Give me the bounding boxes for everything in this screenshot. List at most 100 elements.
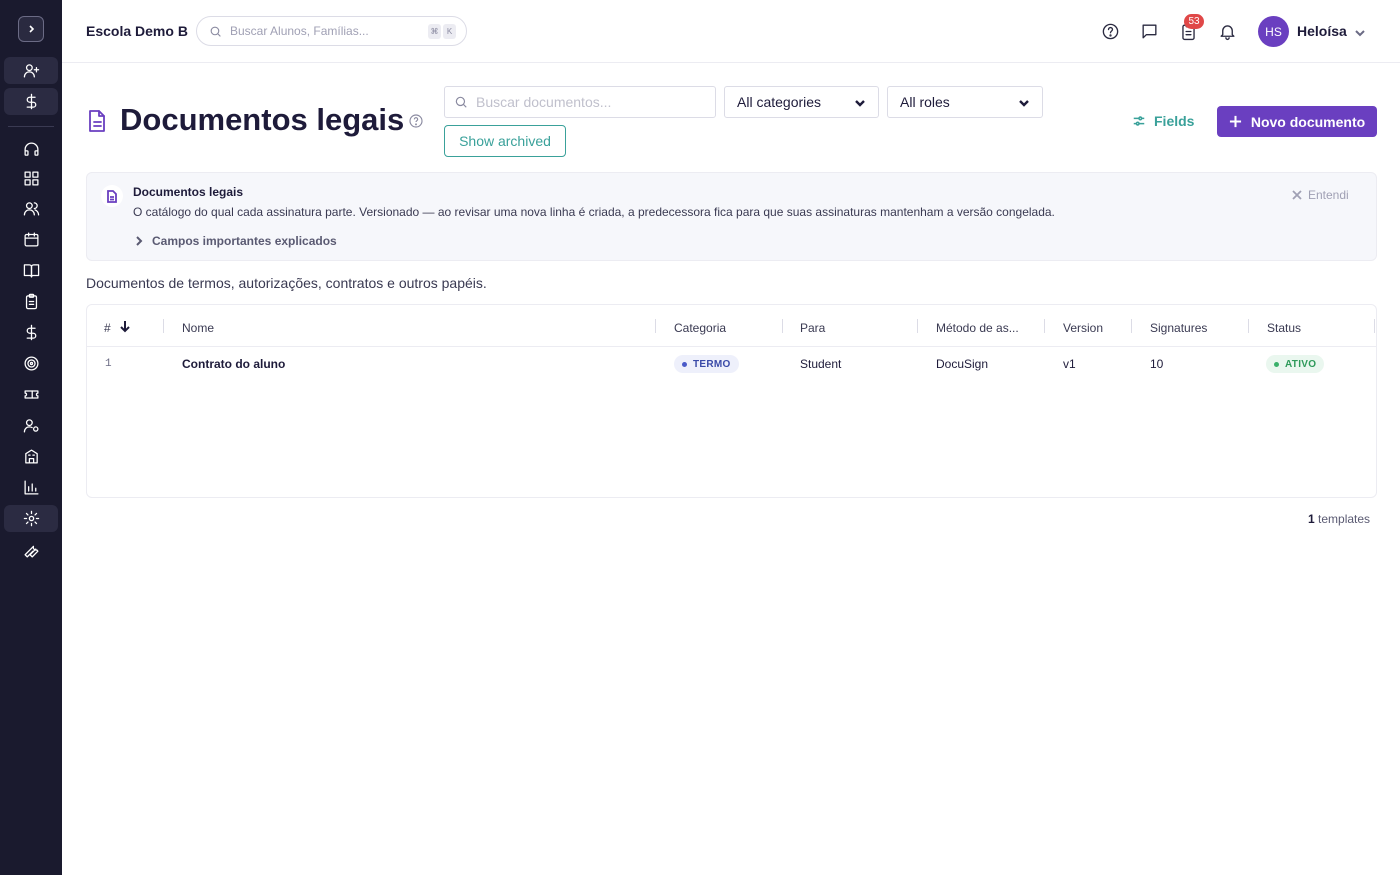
role-select[interactable]: All roles (887, 86, 1043, 118)
top-bar: Escola Demo B ⌘ K (62, 0, 1400, 63)
document-search[interactable] (444, 86, 716, 118)
user-name[interactable]: Heloísa (1297, 23, 1347, 39)
info-text: O catálogo do qual cada assinatura parte… (133, 205, 1055, 219)
col-separator[interactable] (163, 319, 164, 333)
col-separator[interactable] (782, 319, 783, 333)
sidebar-item-dashboard[interactable] (4, 165, 58, 192)
chevron-down-icon (1019, 100, 1029, 107)
sidebar (0, 0, 62, 875)
row-nome[interactable]: Contrato do aluno (182, 357, 285, 371)
clipboard-icon (25, 293, 37, 310)
col-header-signatures[interactable]: Signatures (1150, 321, 1207, 335)
templates-count-label: templates (1318, 512, 1371, 526)
sidebar-item-users[interactable] (4, 195, 58, 222)
document-search-input[interactable] (476, 94, 706, 110)
col-header-nome[interactable]: Nome (182, 321, 214, 335)
badge-dot (682, 361, 687, 367)
sidebar-item-calendar[interactable] (4, 226, 58, 253)
col-separator[interactable] (917, 319, 918, 333)
gear-icon (23, 510, 39, 527)
users-icon (23, 202, 39, 216)
document-icon (101, 185, 123, 207)
page-title: Documentos legais (120, 102, 405, 137)
category-select[interactable]: All categories (724, 86, 879, 118)
dismiss-info-button[interactable]: Entendi (1292, 188, 1349, 202)
document-icon (86, 109, 108, 133)
col-header-num[interactable]: # (104, 321, 111, 335)
row-version: v1 (1063, 357, 1076, 371)
sidebar-item-library[interactable] (4, 257, 58, 284)
global-search-input[interactable] (230, 24, 420, 38)
user-avatar[interactable]: HS (1258, 16, 1289, 47)
sidebar-item-user-settings[interactable] (4, 412, 58, 439)
sidebar-divider (8, 126, 54, 127)
sidebar-item-finance[interactable] (4, 88, 58, 115)
school-name: Escola Demo B (86, 23, 188, 39)
sidebar-item-tasks[interactable] (4, 288, 58, 315)
row-para: Student (800, 357, 842, 371)
dollar-icon (26, 93, 36, 110)
row-number: 1 (105, 358, 112, 370)
sidebar-item-settings[interactable] (4, 505, 58, 532)
headset-icon (23, 142, 39, 156)
table-header-divider (87, 346, 1376, 347)
col-separator[interactable] (655, 319, 656, 333)
expand-label: Campos importantes explicados (152, 234, 337, 248)
col-separator[interactable] (1131, 319, 1132, 333)
bar-chart-icon (23, 480, 39, 495)
col-header-categoria[interactable]: Categoria (674, 321, 726, 335)
sidebar-item-billing[interactable] (4, 319, 58, 346)
show-archived-button[interactable]: Show archived (444, 125, 566, 157)
new-document-label: Novo documento (1250, 113, 1366, 130)
row-metodo: DocuSign (936, 357, 989, 371)
global-search[interactable]: ⌘ K (196, 16, 467, 46)
fields-label: Fields (1154, 113, 1195, 129)
templates-count-number: 1 (1308, 512, 1315, 526)
expand-sidebar-button[interactable] (18, 16, 44, 42)
notifications-button[interactable] (1216, 20, 1238, 42)
category-select-value: All categories (737, 94, 822, 110)
kbd-k: K (443, 24, 456, 39)
sidebar-item-tools[interactable] (4, 537, 58, 564)
badge-dot (1274, 361, 1279, 367)
search-icon (455, 96, 467, 108)
role-select-value: All roles (900, 94, 950, 110)
close-icon (1292, 190, 1302, 200)
fields-button[interactable]: Fields (1132, 111, 1194, 131)
user-menu-chevron[interactable] (1354, 26, 1366, 38)
page-subtitle: Documentos de termos, autorizações, cont… (86, 275, 487, 291)
row-signatures: 10 (1150, 357, 1164, 371)
col-separator[interactable] (1248, 319, 1249, 333)
sidebar-item-goals[interactable] (4, 350, 58, 377)
sort-desc-icon[interactable] (118, 319, 132, 333)
messages-button[interactable] (1138, 20, 1160, 42)
building-icon (24, 449, 38, 464)
col-header-para[interactable]: Para (800, 321, 825, 335)
chevron-down-icon (1355, 30, 1365, 37)
col-separator[interactable] (1374, 319, 1375, 333)
sidebar-item-add-user[interactable] (4, 57, 58, 84)
sidebar-item-buildings[interactable] (4, 443, 58, 470)
sidebar-item-reports[interactable] (4, 474, 58, 501)
info-callout: Documentos legais O catálogo do qual cad… (86, 172, 1377, 261)
col-separator[interactable] (1044, 319, 1045, 333)
col-header-status[interactable]: Status (1267, 321, 1301, 335)
bell-icon (1219, 24, 1235, 40)
add-user-icon (23, 64, 39, 78)
chevron-right-icon (136, 236, 143, 246)
col-header-metodo[interactable]: Método de as... (936, 321, 1019, 335)
help-button[interactable] (1099, 20, 1121, 42)
expand-fields-explained[interactable]: Campos importantes explicados (135, 234, 337, 248)
documents-table: # Nome Categoria Para Método de as... Ve… (86, 304, 1377, 498)
sidebar-item-support[interactable] (4, 136, 58, 163)
col-header-version[interactable]: Version (1063, 321, 1103, 335)
search-icon (210, 26, 221, 37)
new-document-button[interactable]: Novo documento (1217, 106, 1377, 137)
category-badge-label: TERMO (693, 358, 731, 370)
sliders-icon (1133, 116, 1145, 126)
help-icon (1102, 23, 1118, 39)
sidebar-item-tickets[interactable] (4, 381, 58, 408)
info-title: Documentos legais (133, 185, 244, 199)
tasks-badge: 53 (1184, 14, 1204, 29)
page-help-button[interactable] (408, 113, 424, 129)
